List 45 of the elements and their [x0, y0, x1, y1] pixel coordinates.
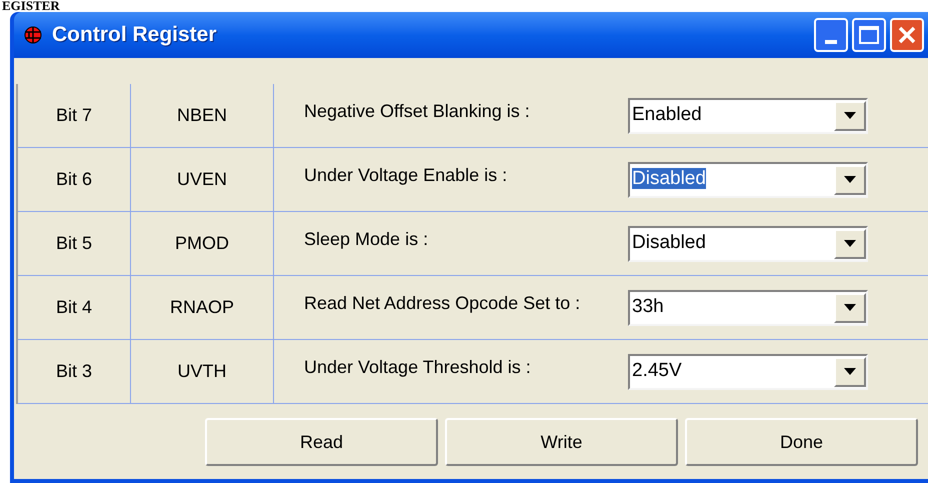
bit-label: Bit 5 — [54, 232, 94, 255]
value-dropdown[interactable]: 33h — [628, 290, 868, 326]
dropdown-value: Disabled — [632, 232, 706, 254]
dropdown-arrow-button[interactable] — [834, 228, 866, 258]
close-button[interactable] — [890, 18, 924, 52]
dropdown-arrow-button[interactable] — [834, 292, 866, 322]
value-dropdown[interactable]: 2.45V — [628, 354, 868, 390]
bit-label: Bit 4 — [54, 296, 94, 319]
dropdown-arrow-button[interactable] — [834, 164, 866, 194]
setting-label: Under Voltage Threshold is : — [303, 356, 532, 379]
bit-label: Bit 3 — [54, 360, 94, 383]
window-title: Control Register — [52, 22, 217, 48]
dropdown-arrow-button[interactable] — [834, 356, 866, 386]
field-name: UVTH — [178, 360, 226, 383]
action-button[interactable]: Write — [445, 418, 678, 466]
dropdown-value: Enabled — [632, 104, 702, 126]
dropdown-arrow-button[interactable] — [834, 100, 866, 130]
app-logo-icon — [24, 26, 42, 44]
setting-label: Negative Offset Blanking is : — [303, 100, 531, 123]
dropdown-value: Disabled — [632, 168, 706, 190]
field-name: NBEN — [176, 104, 227, 127]
caret-icon — [844, 240, 856, 247]
maximize-button[interactable] — [852, 18, 886, 52]
field-name: PMOD — [175, 232, 229, 255]
field-name: UVEN — [176, 168, 227, 191]
caret-icon — [844, 304, 856, 311]
caret-icon — [844, 368, 856, 375]
setting-label: Under Voltage Enable is : — [303, 164, 508, 187]
bit-label: Bit 6 — [54, 168, 94, 191]
dropdown-value: 2.45V — [632, 360, 682, 382]
setting-label: Read Net Address Opcode Set to : — [303, 292, 582, 315]
value-dropdown[interactable]: Disabled — [628, 226, 868, 262]
action-button[interactable]: Read — [205, 418, 438, 466]
minimize-button[interactable] — [814, 18, 848, 52]
close-icon — [897, 25, 917, 45]
field-name: RNAOP — [170, 296, 234, 319]
page-heading: EGISTER — [1, 0, 61, 12]
caret-icon — [844, 176, 856, 183]
dropdown-value: 33h — [632, 296, 664, 318]
value-dropdown[interactable]: Enabled — [628, 98, 868, 134]
setting-label: Sleep Mode is : — [303, 228, 430, 251]
value-dropdown[interactable]: Disabled — [628, 162, 868, 198]
caret-icon — [844, 112, 856, 119]
bit-label: Bit 7 — [54, 104, 94, 127]
action-button[interactable]: Done — [685, 418, 918, 466]
